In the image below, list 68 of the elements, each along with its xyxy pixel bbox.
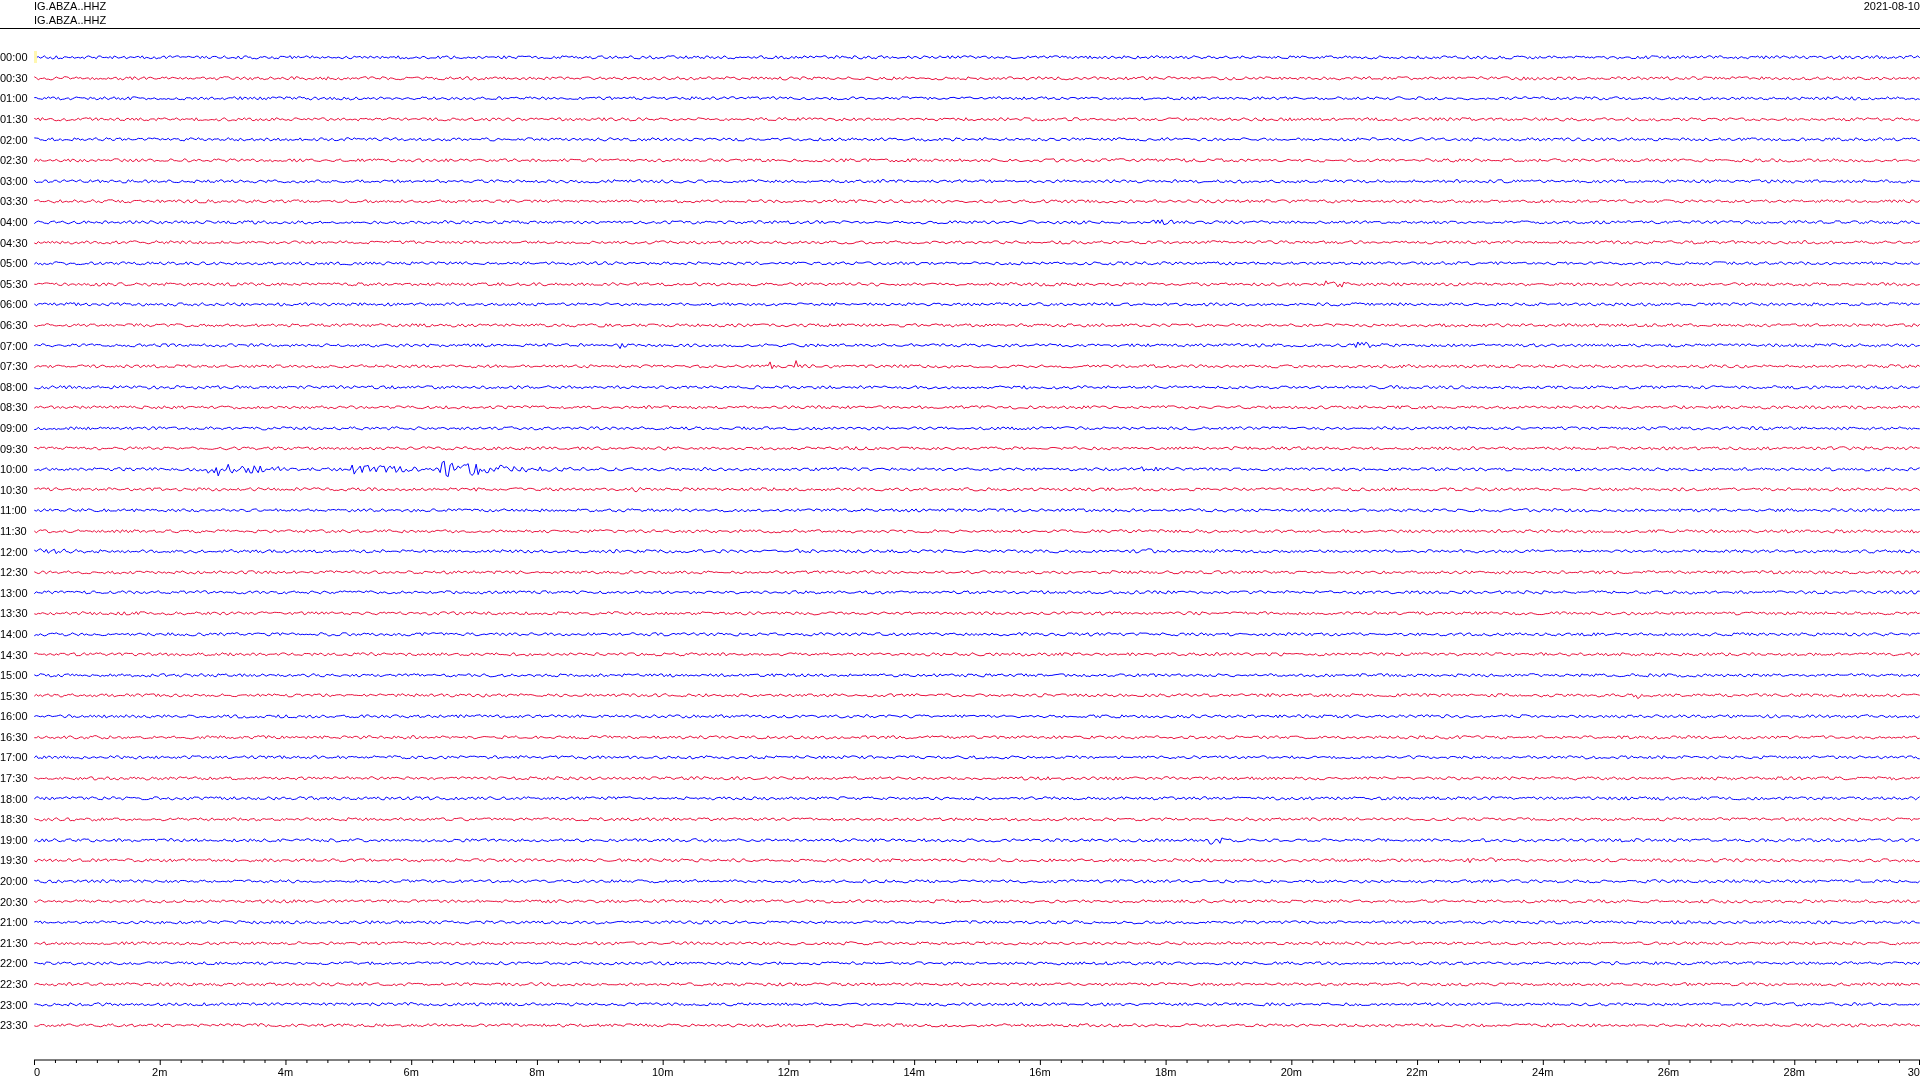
- axis-tick-label: 26m: [1657, 1065, 1680, 1078]
- row-time-label: 00:00: [0, 51, 29, 64]
- row-time-label: 11:00: [0, 504, 28, 517]
- row-time-label: 01:30: [0, 113, 29, 126]
- row-time-label: 05:00: [0, 257, 29, 270]
- row-time-label: 12:00: [0, 545, 29, 558]
- row-time-label: 15:30: [0, 689, 29, 702]
- row-time-label: 06:00: [0, 298, 29, 311]
- row-time-label: 00:30: [0, 71, 29, 84]
- row-time-label: 04:30: [0, 236, 29, 249]
- row-time-label: 21:00: [0, 916, 29, 929]
- axis-tick-label: 6m: [403, 1065, 419, 1078]
- row-time-label: 14:30: [0, 648, 29, 661]
- row-time-label: 20:00: [0, 875, 29, 888]
- axis-tick-label: 14m: [903, 1065, 925, 1078]
- row-time-label: 13:30: [0, 607, 29, 620]
- axis-tick-label: 12m: [777, 1065, 800, 1078]
- row-time-label: 07:00: [0, 339, 29, 352]
- row-time-label: 08:30: [0, 401, 29, 414]
- row-time-label: 16:00: [0, 710, 29, 723]
- axis-tick-label: 10m: [651, 1065, 674, 1078]
- row-time-label: 09:00: [0, 422, 29, 434]
- axis-tick-label: 22m: [1406, 1065, 1428, 1078]
- axis-tick-label: 20m: [1280, 1065, 1303, 1078]
- row-time-label: 21:30: [0, 936, 29, 949]
- channel-label: IG.ABZA..HHZ: [34, 0, 107, 13]
- row-time-label: 10:00: [0, 463, 29, 476]
- row-time-label: 18:00: [0, 792, 29, 805]
- row-time-label: 03:30: [0, 195, 29, 208]
- row-time-label: 10:30: [0, 483, 29, 496]
- row-time-label: 14:00: [0, 627, 29, 640]
- row-time-label: 19:30: [0, 854, 29, 867]
- row-time-label: 12:30: [0, 566, 29, 579]
- axis-tick-label: 2m: [152, 1065, 168, 1078]
- axis-tick-label: 18m: [1154, 1065, 1177, 1078]
- axis-tick-label: 0: [34, 1065, 41, 1078]
- row-time-label: 23:00: [0, 998, 29, 1011]
- row-time-label: 17:00: [0, 751, 29, 764]
- axis-tick-label: 30: [1907, 1065, 1920, 1078]
- axis-tick-label: 24m: [1532, 1065, 1554, 1078]
- channel-label: IG.ABZA..HHZ: [34, 13, 107, 27]
- row-time-label: 07:30: [0, 360, 29, 373]
- row-time-label: 06:30: [0, 319, 29, 331]
- row-time-label: 20:30: [0, 895, 29, 908]
- row-time-label: 02:30: [0, 154, 29, 167]
- axis-tick-label: 8m: [529, 1065, 545, 1078]
- row-time-label: 19:00: [0, 833, 29, 846]
- row-time-label: 03:00: [0, 174, 29, 187]
- row-time-label: 23:30: [0, 1019, 29, 1032]
- row-time-label: 08:00: [0, 380, 29, 393]
- row-time-label: 11:30: [0, 524, 28, 537]
- row-time-label: 22:00: [0, 957, 29, 970]
- date-label: 2021-08-10: [1863, 0, 1920, 14]
- row-time-label: 04:00: [0, 216, 29, 229]
- row-time-label: 16:30: [0, 730, 29, 743]
- start-marker: [34, 51, 37, 63]
- axis-tick-label: 28m: [1783, 1065, 1805, 1078]
- row-time-label: 01:00: [0, 92, 29, 105]
- row-time-label: 18:30: [0, 813, 29, 826]
- row-time-label: 22:30: [0, 978, 29, 990]
- axis-tick-label: 4m: [277, 1065, 294, 1078]
- row-time-label: 17:30: [0, 772, 29, 785]
- row-time-label: 05:30: [0, 277, 29, 290]
- row-time-label: 13:00: [0, 586, 29, 599]
- row-time-label: 15:00: [0, 669, 29, 682]
- axis-tick-label: 16m: [1029, 1065, 1051, 1078]
- row-time-label: 09:30: [0, 442, 29, 455]
- row-time-label: 02:00: [0, 133, 29, 146]
